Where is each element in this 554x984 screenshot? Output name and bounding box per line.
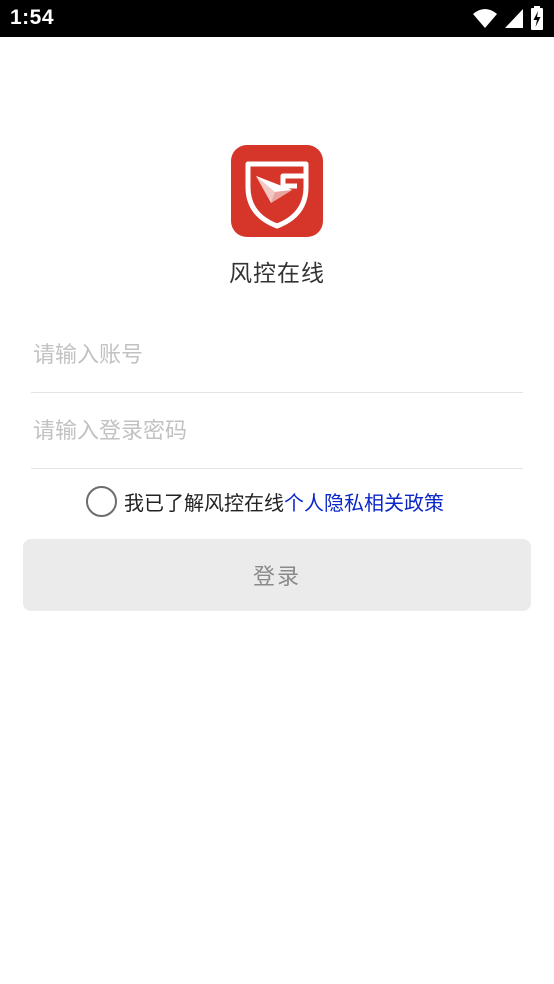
account-input[interactable]	[31, 332, 523, 378]
shield-g-paper-plane-logo	[245, 161, 309, 229]
status-icons	[472, 5, 544, 31]
status-bar: 1:54	[0, 0, 554, 37]
agreement-row: 我已了解风控在线 个人隐私相关政策	[86, 485, 444, 517]
agreement-radio[interactable]	[86, 485, 117, 517]
account-divider	[31, 392, 523, 393]
password-divider	[31, 468, 523, 469]
wifi-icon	[473, 9, 497, 28]
privacy-policy-link[interactable]: 个人隐私相关政策	[284, 487, 444, 516]
login-button[interactable]: 登录	[23, 539, 531, 611]
app-logo-icon	[231, 145, 323, 237]
agreement-text: 我已了解风控在线	[124, 490, 284, 515]
battery-icon	[531, 6, 543, 30]
status-time: 1:54	[10, 6, 55, 29]
password-input[interactable]	[31, 408, 523, 454]
app-name: 风控在线	[229, 261, 325, 287]
signal-icon	[505, 9, 523, 28]
